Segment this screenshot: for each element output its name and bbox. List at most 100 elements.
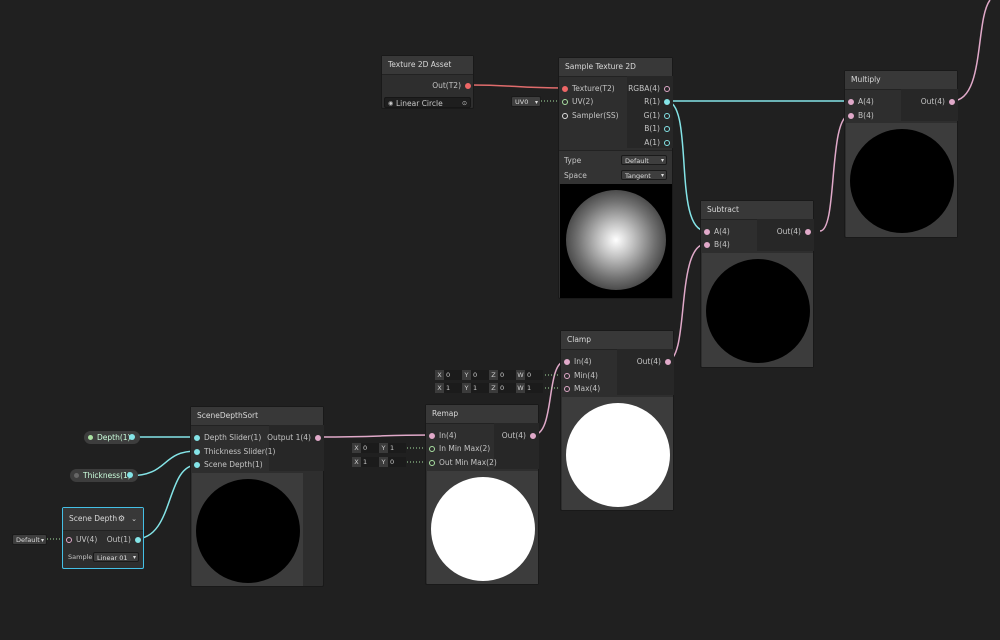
port-dot[interactable]	[848, 113, 854, 119]
sampler-input-port[interactable]: Sampler(SS)	[559, 110, 619, 122]
clamp-node[interactable]: Clamp In(4) Min(4) Max(4) Out(4)	[560, 330, 674, 511]
x-value[interactable]: 1	[444, 383, 462, 393]
sampling-dropdown[interactable]: Linear 01 ▾	[93, 552, 139, 562]
port-label: Output 1(4)	[267, 433, 311, 442]
scene-depth-input-port[interactable]: Scene Depth(1)	[191, 459, 263, 471]
port-dot[interactable]	[429, 446, 435, 452]
b-input-port[interactable]: B(4)	[845, 110, 874, 122]
min-input-port[interactable]: Min(4)	[561, 370, 598, 382]
object-picker-icon[interactable]: ⊙	[462, 98, 467, 109]
x-value[interactable]: 0	[444, 370, 462, 380]
sampling-value: Linear 01	[97, 554, 128, 562]
uv-input-port[interactable]: UV(4)	[63, 534, 97, 546]
port-dot[interactable]	[429, 433, 435, 439]
type-dropdown[interactable]: Default ▾	[621, 155, 667, 165]
x-value[interactable]: 1	[361, 457, 379, 467]
port-label: A(1)	[644, 138, 660, 147]
port-dot[interactable]	[704, 229, 710, 235]
r-output-port[interactable]: R(1)	[644, 96, 672, 108]
port-dot[interactable]	[564, 373, 570, 379]
texture-field[interactable]: ◉ Linear Circle ⊙	[384, 97, 471, 108]
out-port[interactable]: Out(4)	[777, 226, 813, 238]
port-dot[interactable]	[848, 99, 854, 105]
rgba-output-port[interactable]: RGBA(4)	[628, 83, 672, 95]
port-dot[interactable]	[465, 83, 471, 89]
port-dot[interactable]	[564, 359, 570, 365]
uv-input-port[interactable]: UV(2)	[559, 96, 593, 108]
port-dot[interactable]	[194, 462, 200, 468]
port-dot[interactable]	[562, 99, 568, 105]
texture-2d-asset-node[interactable]: Texture 2D Asset Out(T2) ◉ Linear Circle…	[381, 55, 474, 109]
port-dot[interactable]	[664, 86, 670, 92]
remap-out-min-max-vector[interactable]: X1Y0	[352, 457, 406, 467]
out-port[interactable]: Out(T2)	[432, 80, 473, 92]
a-input-port[interactable]: A(4)	[701, 226, 730, 238]
port-dot[interactable]	[562, 86, 568, 92]
port-dot[interactable]	[315, 435, 321, 441]
remap-in-min-max-vector[interactable]: X0Y1	[352, 443, 406, 453]
screen-position-dropdown[interactable]: Default ▾	[12, 534, 47, 545]
out-min-max-input-port[interactable]: Out Min Max(2)	[426, 457, 497, 469]
w-value[interactable]: 1	[525, 383, 543, 393]
port-dot[interactable]	[135, 537, 141, 543]
port-dot[interactable]	[704, 242, 710, 248]
depth-slider-input-port[interactable]: Depth Slider(1)	[191, 432, 261, 444]
depth-property-node[interactable]: Depth(1)	[84, 431, 140, 444]
port-dot[interactable]	[429, 460, 435, 466]
chevron-down-icon[interactable]: ⌄	[131, 508, 137, 530]
subtract-node[interactable]: Subtract A(4) B(4) Out(4)	[700, 200, 814, 368]
sample-texture-2d-node[interactable]: Sample Texture 2D Texture(T2) UV(2) Samp…	[558, 57, 673, 299]
port-dot[interactable]	[562, 113, 568, 119]
port-dot[interactable]	[664, 113, 670, 119]
y-value[interactable]: 0	[388, 457, 406, 467]
remap-node[interactable]: Remap In(4) In Min Max(2) Out Min Max(2)…	[425, 404, 539, 585]
clamp-max-vector[interactable]: X1Y1Z0W1	[435, 383, 543, 393]
gear-icon[interactable]: ⚙	[118, 508, 125, 530]
port-dot[interactable]	[665, 359, 671, 365]
port-dot[interactable]	[664, 99, 670, 105]
uv-channel-dropdown[interactable]: UV0 ▾	[511, 96, 541, 107]
z-value[interactable]: 0	[498, 370, 516, 380]
port-dot[interactable]	[949, 99, 955, 105]
out-port[interactable]: Out(4)	[502, 430, 538, 442]
b-output-port[interactable]: B(1)	[644, 123, 672, 135]
scene-depth-sort-node[interactable]: SceneDepthSort Depth Slider(1) Thickness…	[190, 406, 324, 587]
a-output-port[interactable]: A(1)	[644, 137, 672, 149]
space-dropdown[interactable]: Tangent ▾	[621, 170, 667, 180]
out-port[interactable]: Out(1)	[107, 534, 143, 546]
port-dot[interactable]	[129, 434, 135, 440]
thickness-property-node[interactable]: Thickness(1)	[70, 469, 138, 482]
output-port[interactable]: Output 1(4)	[267, 432, 323, 444]
thickness-slider-input-port[interactable]: Thickness Slider(1)	[191, 446, 275, 458]
port-dot[interactable]	[66, 537, 72, 543]
port-label: RGBA(4)	[628, 84, 660, 93]
multiply-node[interactable]: Multiply A(4) B(4) Out(4)	[844, 70, 958, 238]
z-value[interactable]: 0	[498, 383, 516, 393]
port-dot[interactable]	[194, 449, 200, 455]
port-dot[interactable]	[664, 140, 670, 146]
x-value[interactable]: 0	[361, 443, 379, 453]
in-input-port[interactable]: In(4)	[426, 430, 457, 442]
b-input-port[interactable]: B(4)	[701, 239, 730, 251]
out-port[interactable]: Out(4)	[921, 96, 957, 108]
w-value[interactable]: 0	[525, 370, 543, 380]
port-dot[interactable]	[530, 433, 536, 439]
out-port[interactable]: Out(4)	[637, 356, 673, 368]
port-dot[interactable]	[127, 472, 133, 478]
port-dot[interactable]	[664, 126, 670, 132]
port-dot[interactable]	[194, 435, 200, 441]
in-input-port[interactable]: In(4)	[561, 356, 592, 368]
scene-depth-node[interactable]: Scene Depth ⚙ ⌄ UV(4) Out(1) Samplе Line…	[62, 507, 144, 569]
y-value[interactable]: 1	[388, 443, 406, 453]
y-value[interactable]: 0	[471, 370, 489, 380]
in-min-max-input-port[interactable]: In Min Max(2)	[426, 443, 490, 455]
max-input-port[interactable]: Max(4)	[561, 383, 600, 395]
g-output-port[interactable]: G(1)	[644, 110, 672, 122]
port-dot[interactable]	[805, 229, 811, 235]
port-label: Min(4)	[574, 371, 598, 380]
y-value[interactable]: 1	[471, 383, 489, 393]
a-input-port[interactable]: A(4)	[845, 96, 874, 108]
clamp-min-vector[interactable]: X0Y0Z0W0	[435, 370, 543, 380]
texture-input-port[interactable]: Texture(T2)	[559, 83, 615, 95]
port-dot[interactable]	[564, 386, 570, 392]
